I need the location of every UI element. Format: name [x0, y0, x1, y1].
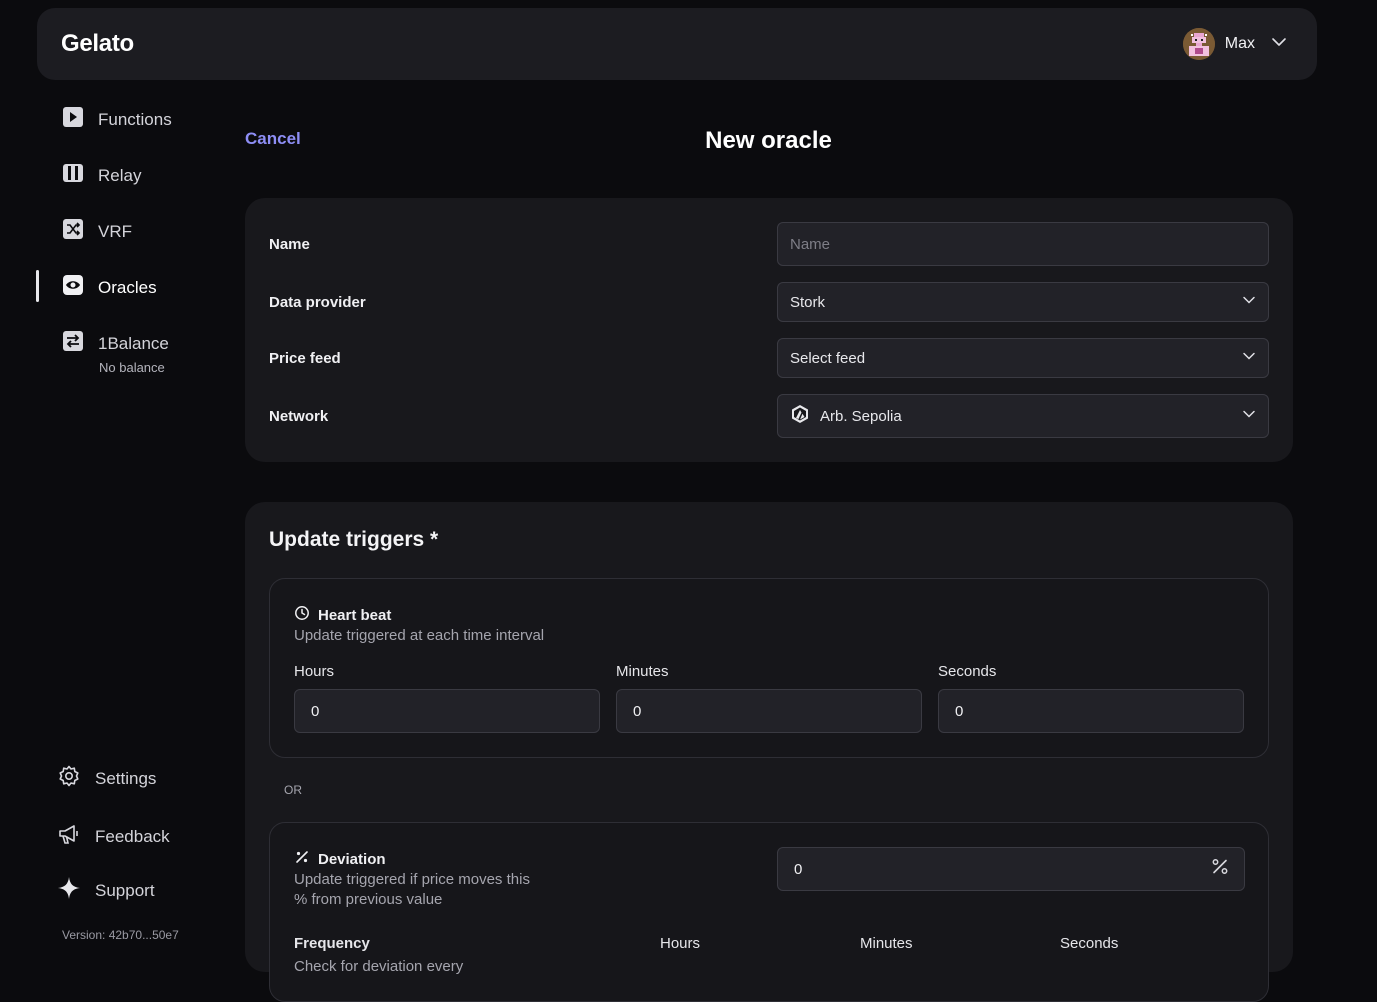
minutes-label: Minutes: [616, 663, 669, 680]
sidebar-item-label: Relay: [98, 165, 142, 185]
sidebar-item-1balance[interactable]: 1Balance: [62, 330, 169, 357]
hours-label: Hours: [294, 663, 335, 680]
heartbeat-minutes-field[interactable]: [616, 689, 922, 733]
cancel-button[interactable]: Cancel: [245, 129, 301, 149]
seconds-label: Seconds: [1060, 935, 1119, 952]
frequency-description: Check for deviation every: [294, 958, 464, 975]
percent-icon: [1210, 857, 1230, 882]
heartbeat-title: Heart beat: [318, 606, 392, 624]
deviation-box: Deviation Update triggered if price move…: [269, 822, 1269, 1002]
or-separator: OR: [284, 783, 302, 797]
data-provider-value: Stork: [790, 293, 826, 311]
sidebar-item-label: Functions: [98, 109, 172, 129]
sidebar-item-label: Settings: [95, 768, 157, 788]
page-title: New oracle: [705, 127, 832, 154]
chevron-down-icon: [1242, 293, 1256, 311]
heartbeat-seconds-input[interactable]: [955, 702, 1227, 720]
sidebar: Functions Relay VRF Oracles 1Balance No …: [0, 90, 220, 964]
sidebar-item-support[interactable]: Support: [57, 876, 155, 905]
percent-icon: [294, 849, 310, 869]
oracle-details-card: Name Data provider Stork Price feed Sele…: [245, 198, 1293, 462]
heartbeat-description: Update triggered at each time interval: [294, 627, 545, 644]
eye-icon: [62, 274, 84, 301]
gear-icon: [57, 764, 81, 793]
sidebar-item-label: VRF: [98, 221, 132, 241]
hours-label: Hours: [660, 935, 701, 952]
name-label: Name: [269, 236, 310, 253]
minutes-label: Minutes: [860, 935, 913, 952]
active-indicator: [36, 270, 39, 302]
play-square-icon: [62, 106, 84, 133]
heartbeat-seconds-field[interactable]: [938, 689, 1244, 733]
data-provider-label: Data provider: [269, 294, 366, 311]
network-select[interactable]: Arb. Sepolia: [777, 394, 1269, 438]
shuffle-icon: [62, 218, 84, 245]
sidebar-item-settings[interactable]: Settings: [57, 764, 156, 793]
sidebar-item-vrf[interactable]: VRF: [62, 218, 132, 245]
clock-icon: [294, 605, 310, 625]
update-triggers-card: Update triggers * Heart beat Update trig…: [245, 502, 1293, 1002]
heartbeat-box: Heart beat Update triggered at each time…: [269, 578, 1269, 758]
sidebar-item-feedback[interactable]: Feedback: [57, 822, 170, 851]
sidebar-item-relay[interactable]: Relay: [62, 162, 141, 189]
chevron-down-icon: [1242, 349, 1256, 367]
chevron-down-icon: [1271, 34, 1287, 55]
name-input[interactable]: [790, 235, 1256, 253]
user-name: Max: [1224, 35, 1255, 52]
network-label: Network: [269, 408, 329, 425]
sparkle-icon: [57, 876, 81, 905]
price-feed-select[interactable]: Select feed: [777, 338, 1269, 378]
megaphone-icon: [57, 822, 81, 851]
deviation-description-line2: % from previous value: [294, 891, 443, 908]
network-value: Arb. Sepolia: [820, 407, 902, 425]
sidebar-item-functions[interactable]: Functions: [62, 106, 172, 133]
version-label: Version: 42b70...50e7: [62, 928, 179, 942]
name-field[interactable]: [777, 222, 1269, 266]
section-title: Update triggers *: [269, 528, 439, 551]
data-provider-select[interactable]: Stork: [777, 282, 1269, 322]
heartbeat-hours-field[interactable]: [294, 689, 600, 733]
deviation-description-line1: Update triggered if price moves this: [294, 871, 530, 888]
heartbeat-minutes-input[interactable]: [633, 702, 905, 720]
deviation-header: Deviation: [294, 849, 386, 869]
price-feed-value: Select feed: [790, 349, 866, 367]
top-bar: Gelato Max: [37, 8, 1317, 80]
transfer-icon: [62, 330, 84, 357]
seconds-label: Seconds: [938, 663, 997, 680]
sidebar-item-label: Feedback: [95, 826, 170, 846]
deviation-percent-input[interactable]: [794, 860, 1228, 878]
price-feed-label: Price feed: [269, 350, 341, 367]
deviation-percent-field[interactable]: [777, 847, 1245, 891]
sidebar-item-label: 1Balance: [98, 333, 169, 353]
heartbeat-hours-input[interactable]: [311, 702, 583, 720]
chevron-down-icon: [1242, 407, 1256, 425]
balance-status: No balance: [99, 360, 165, 375]
avatar: [1182, 28, 1215, 60]
sidebar-item-label: Oracles: [98, 277, 157, 297]
arbitrum-icon: [790, 404, 810, 428]
frequency-label: Frequency: [294, 935, 370, 952]
relay-icon: [62, 162, 84, 189]
deviation-title: Deviation: [318, 850, 386, 868]
sidebar-item-oracles[interactable]: Oracles: [62, 274, 157, 301]
user-menu[interactable]: Max: [1182, 27, 1287, 61]
gelato-logo[interactable]: Gelato: [61, 30, 134, 58]
sidebar-item-label: Support: [95, 880, 155, 900]
heartbeat-header: Heart beat: [294, 605, 391, 625]
